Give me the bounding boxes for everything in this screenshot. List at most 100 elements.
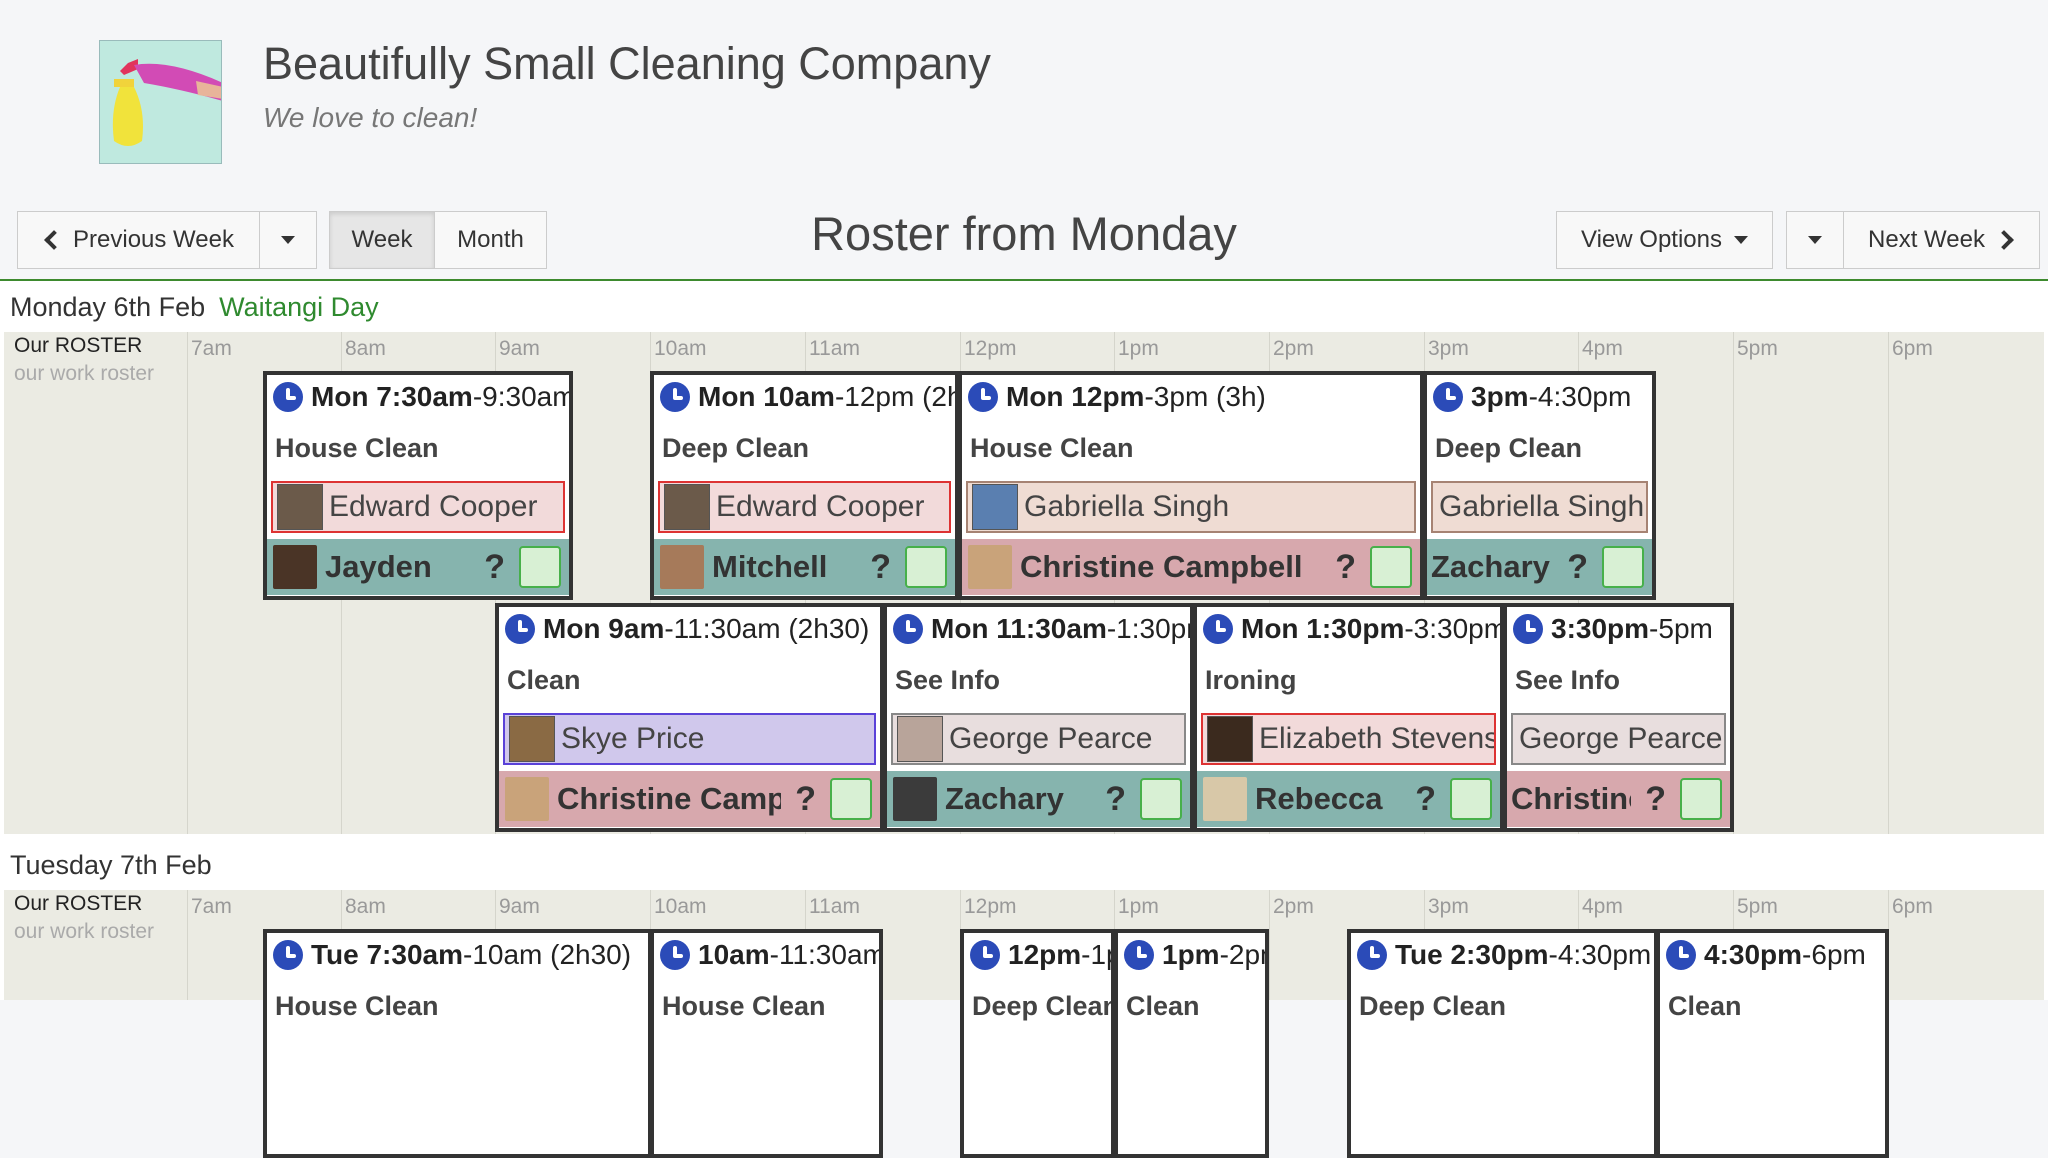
shift-card[interactable]: Tue 2:30pm-4:30pm Deep Clean (1347, 929, 1658, 1158)
company-tagline: We love to clean! (263, 102, 478, 133)
confirm-checkbox[interactable] (1140, 778, 1182, 820)
clock-icon (970, 940, 1000, 970)
week-view-button[interactable]: Week (329, 211, 435, 269)
location-name: Edward Cooper (329, 490, 538, 523)
unconfirmed-icon[interactable]: ? (1567, 548, 1588, 587)
hour-label: 5pm (1737, 895, 1778, 918)
shift-card[interactable]: Tue 7:30am-10am (2h30) House Clean (263, 929, 652, 1158)
unconfirmed-icon[interactable]: ? (1415, 780, 1436, 819)
next-week-button[interactable]: Next Week (1843, 211, 2040, 269)
location-tag[interactable]: Edward Cooper (271, 481, 565, 533)
shift-task: Deep Clean (662, 433, 810, 463)
shift-time: Tue 7:30am-10am (2h30) (273, 939, 648, 971)
confirm-checkbox[interactable] (1602, 546, 1644, 588)
clock-icon (1433, 382, 1463, 412)
shift-card[interactable]: Mon 7:30am-9:30am (2h) House Clean Edward … (263, 371, 573, 600)
unconfirmed-icon[interactable]: ? (795, 780, 816, 819)
next-week-label: Next Week (1868, 226, 1985, 253)
confirm-checkbox[interactable] (1680, 778, 1722, 820)
hour-label: 9am (499, 895, 540, 918)
shift-card[interactable]: 4:30pm-6pm Clean (1656, 929, 1889, 1158)
location-tag[interactable]: Elizabeth Stevens (1201, 713, 1496, 765)
shift-time-text: 4:30pm-6pm (1704, 939, 1866, 970)
hour-label: 10am (654, 895, 707, 918)
unconfirmed-icon[interactable]: ? (1105, 780, 1126, 819)
shift-card[interactable]: Mon 9am-11:30am (2h30) Clean Skye Price Chr… (495, 603, 884, 832)
clock-icon (893, 614, 923, 644)
day-label: Monday 6th Feb Waitangi Day (10, 292, 379, 322)
location-name: George Pearce (1519, 722, 1723, 755)
confirm-checkbox[interactable] (905, 546, 947, 588)
shift-card[interactable]: 10am-11:30am House Clean (650, 929, 883, 1158)
caret-down-icon (1808, 236, 1822, 244)
location-tag[interactable]: Skye Price (503, 713, 876, 765)
staff-assignment[interactable]: Zachary? (887, 771, 1190, 827)
hour-label: 1pm (1118, 337, 1159, 360)
shift-card[interactable]: Mon 12pm-3pm (3h) House Clean Gabriella Si… (958, 371, 1424, 600)
location-tag[interactable]: George Pearce (891, 713, 1186, 765)
month-view-button[interactable]: Month (434, 211, 547, 269)
staff-name: Christine (1511, 781, 1631, 816)
staff-assignment[interactable]: Rebecca? (1197, 771, 1500, 827)
shift-time-text: Mon 1:30pm-3:30pm (1241, 613, 1500, 644)
shift-card[interactable]: 3pm-4:30pm Deep Clean Gabriella Singh Zacha… (1423, 371, 1656, 600)
hour-gridline (187, 890, 188, 1000)
shift-card[interactable]: 12pm-1pm Deep Clean (960, 929, 1115, 1158)
confirm-checkbox[interactable] (519, 546, 561, 588)
unconfirmed-icon[interactable]: ? (870, 548, 891, 587)
clock-icon (273, 382, 303, 412)
staff-assignment[interactable]: Zachary? (1427, 539, 1652, 595)
hour-label: 9am (499, 337, 540, 360)
location-tag[interactable]: Gabriella Singh (1431, 481, 1648, 533)
clock-icon (1666, 940, 1696, 970)
header-divider (0, 279, 2048, 281)
unconfirmed-icon[interactable]: ? (1645, 780, 1666, 819)
hour-label: 4pm (1582, 337, 1623, 360)
staff-assignment[interactable]: Christine Campbell? (962, 539, 1420, 595)
shift-card[interactable]: Mon 10am-12pm (2h) Deep Clean Edward Coope… (650, 371, 959, 600)
previous-week-dropdown[interactable] (259, 211, 317, 269)
hour-label: 6pm (1892, 337, 1933, 360)
avatar (893, 777, 937, 821)
shift-time: Mon 12pm-3pm (3h) (968, 381, 1420, 413)
company-logo (99, 40, 222, 164)
confirm-checkbox[interactable] (1450, 778, 1492, 820)
shift-task: Deep Clean (1435, 433, 1583, 463)
staff-name: Rebecca (1255, 781, 1383, 816)
shift-time: Mon 7:30am-9:30am (2h) (273, 381, 569, 413)
confirm-checkbox[interactable] (830, 778, 872, 820)
shift-time-text: 3pm-4:30pm (1471, 381, 1632, 412)
hour-label: 1pm (1118, 895, 1159, 918)
previous-week-button[interactable]: Previous Week (17, 211, 260, 269)
hour-label: 3pm (1428, 337, 1469, 360)
clock-icon (1203, 614, 1233, 644)
staff-assignment[interactable]: Jayden? (267, 539, 569, 595)
shift-card[interactable]: 1pm-2pm Clean (1114, 929, 1269, 1158)
company-name: Beautifully Small Cleaning Company (263, 38, 991, 89)
view-options-label: View Options (1581, 226, 1722, 253)
staff-assignment[interactable]: Christine Campbell? (499, 771, 880, 827)
location-tag[interactable]: Gabriella Singh (966, 481, 1416, 533)
staff-assignment[interactable]: Mitchell? (654, 539, 955, 595)
location-tag[interactable]: Edward Cooper (658, 481, 951, 533)
shift-card[interactable]: 3:30pm-5pm See Info George Pearce Christine… (1503, 603, 1734, 832)
unconfirmed-icon[interactable]: ? (1335, 548, 1356, 587)
clock-icon (1357, 940, 1387, 970)
unconfirmed-icon[interactable]: ? (484, 548, 505, 587)
next-week-dropdown[interactable] (1786, 211, 1844, 269)
shift-task: Ironing (1205, 665, 1297, 695)
hour-label: 8am (345, 337, 386, 360)
shift-card[interactable]: Mon 11:30am-1:30pm See Info George Pearce Z… (883, 603, 1194, 832)
hour-label: 10am (654, 337, 707, 360)
location-tag[interactable]: George Pearce (1511, 713, 1726, 765)
staff-assignment[interactable]: Christine? (1507, 771, 1730, 827)
clock-icon (273, 940, 303, 970)
view-options-button[interactable]: View Options (1556, 211, 1773, 269)
hour-label: 2pm (1273, 895, 1314, 918)
confirm-checkbox[interactable] (1370, 546, 1412, 588)
avatar (660, 545, 704, 589)
shift-time-text: Mon 10am-12pm (2h) (698, 381, 955, 412)
shift-card[interactable]: Mon 1:30pm-3:30pm Ironing Elizabeth Steven… (1193, 603, 1504, 832)
location-name: Gabriella Singh (1024, 490, 1230, 523)
shift-task: Clean (1668, 991, 1742, 1021)
